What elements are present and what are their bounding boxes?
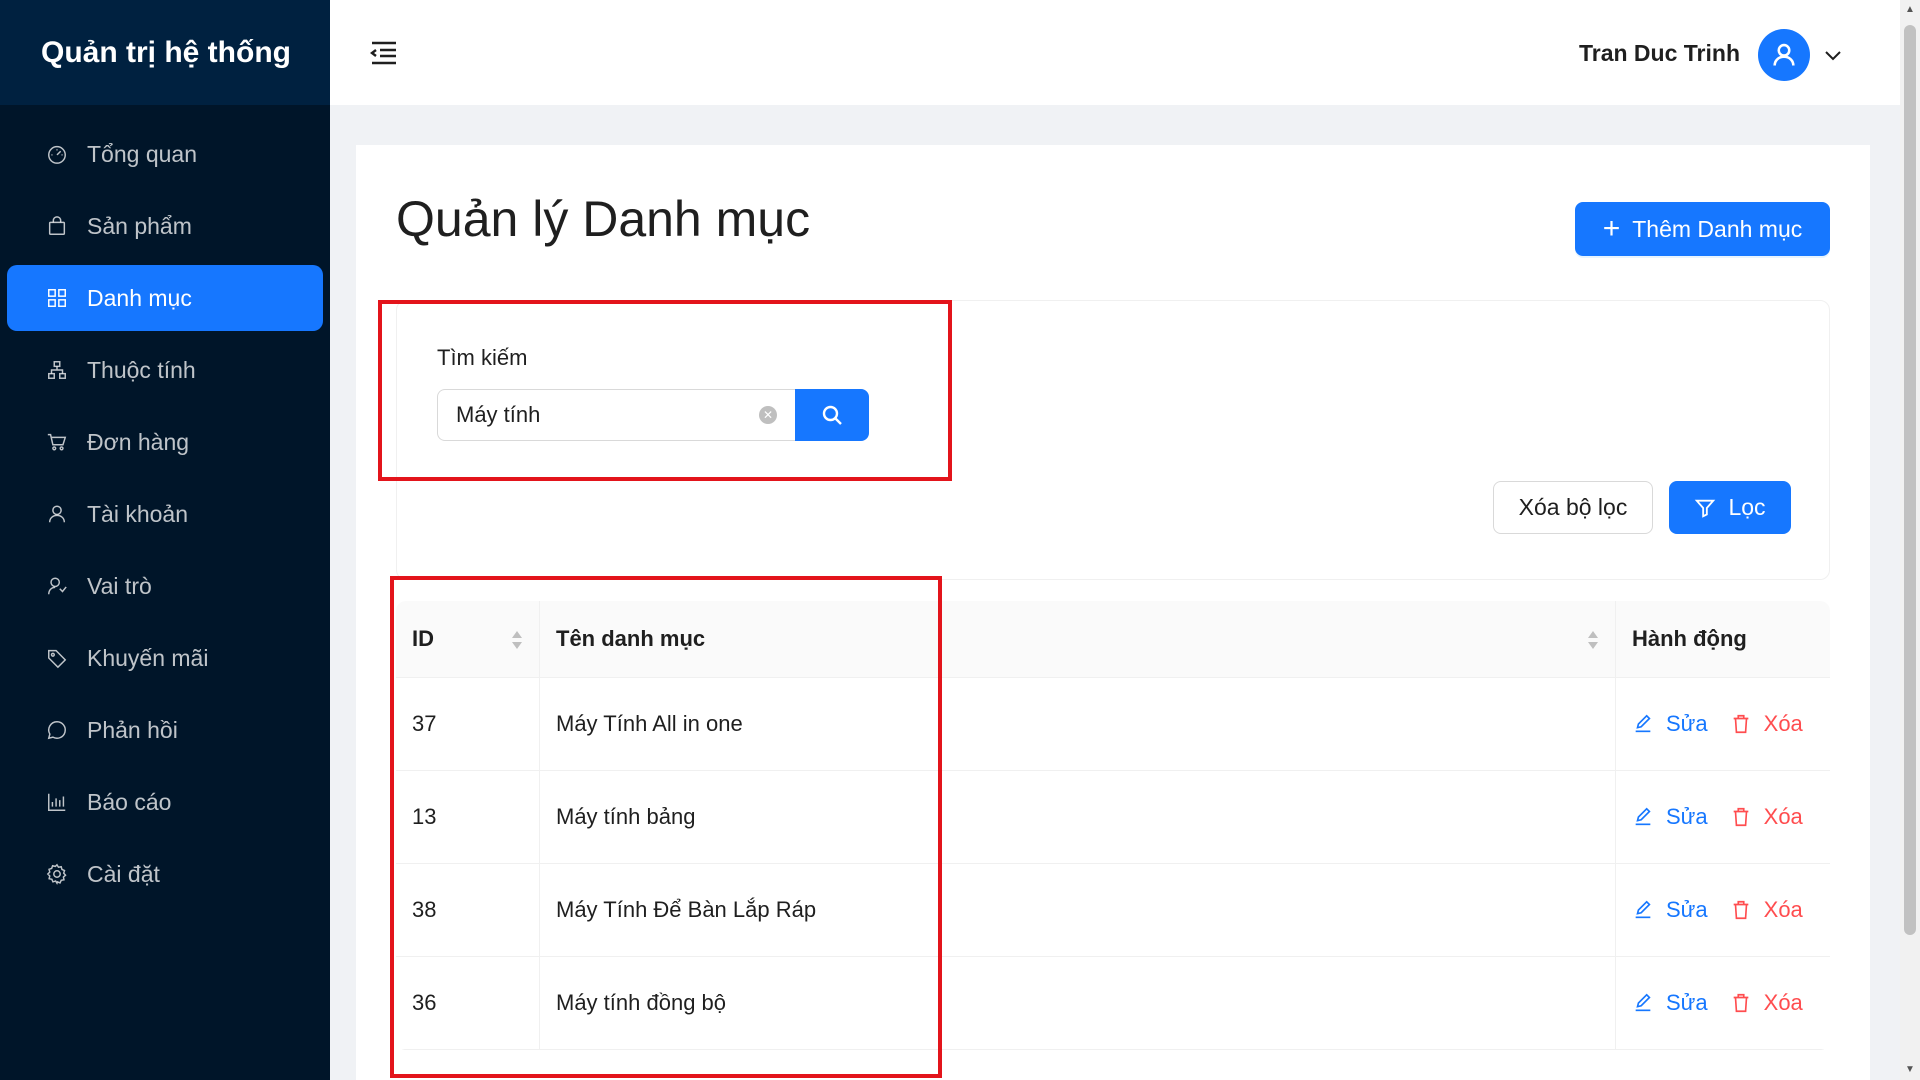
sidebar-item-danh-muc[interactable]: Danh mục [7,265,323,331]
delete-label: Xóa [1763,897,1803,922]
sidebar-nav: Tổng quan Sản phẩm Danh mục Thuộc tính Đ… [0,105,330,907]
edit-label: Sửa [1666,897,1708,922]
add-category-label: Thêm Danh mục [1632,215,1803,242]
delete-button[interactable]: Xóa [1730,711,1803,737]
edit-button[interactable]: Sửa [1632,897,1708,923]
add-category-button[interactable]: + Thêm Danh mục [1575,202,1830,256]
sidebar-item-tai-khoan[interactable]: Tài khoản [7,481,323,547]
sort-icon[interactable] [1586,629,1600,651]
sidebar-item-thuoc-tinh[interactable]: Thuộc tính [7,337,323,403]
delete-label: Xóa [1763,711,1803,736]
gear-icon [45,862,69,886]
filter-button[interactable]: Lọc [1669,481,1791,534]
delete-button[interactable]: Xóa [1730,804,1803,830]
user-icon [45,502,69,526]
cell-actions: Sửa Xóa [1616,771,1830,863]
delete-button[interactable]: Xóa [1730,897,1803,923]
sidebar-item-label: Thuộc tính [87,356,196,383]
delete-button[interactable]: Xóa [1730,990,1803,1016]
trash-icon [1733,807,1748,827]
column-header-label: Hành động [1632,626,1747,651]
edit-label: Sửa [1666,804,1708,829]
highlight-box-results [390,576,942,1078]
sidebar-item-khuyen-mai[interactable]: Khuyến mãi [7,625,323,691]
edit-icon [1635,900,1651,919]
edit-icon [1635,714,1651,733]
top-header: Tran Duc Trinh [330,0,1900,105]
shopping-bag-icon [45,214,69,238]
sidebar-item-label: Phản hồi [87,716,178,743]
column-header-action: Hành động [1616,601,1830,677]
cluster-icon [45,358,69,382]
sidebar-item-label: Tài khoản [87,500,189,527]
avatar[interactable] [1758,29,1810,81]
sidebar-item-label: Báo cáo [87,788,172,815]
cart-icon [45,430,69,454]
edit-label: Sửa [1666,711,1708,736]
edit-icon [1635,807,1651,826]
sidebar-item-label: Tổng quan [87,140,197,167]
user-name[interactable]: Tran Duc Trinh [1579,40,1740,67]
clear-filter-button[interactable]: Xóa bộ lọc [1493,481,1653,534]
sidebar-item-cai-dat[interactable]: Cài đặt [7,841,323,907]
sidebar-item-phan-hoi[interactable]: Phản hồi [7,697,323,763]
sidebar-item-tong-quan[interactable]: Tổng quan [7,121,323,187]
edit-button[interactable]: Sửa [1632,990,1708,1016]
filter-label: Lọc [1728,494,1766,520]
trash-icon [1733,993,1748,1013]
scroll-down-icon[interactable]: ▼ [1904,1064,1916,1076]
grid-icon [45,286,69,310]
cell-actions: Sửa Xóa [1616,678,1830,770]
edit-label: Sửa [1666,990,1708,1015]
edit-button[interactable]: Sửa [1632,804,1708,830]
sidebar-item-label: Danh mục [87,284,192,311]
sidebar-item-san-pham[interactable]: Sản phẩm [7,193,323,259]
scrollbar-thumb[interactable] [1904,25,1916,935]
sidebar-item-label: Sản phẩm [87,212,192,239]
edit-button[interactable]: Sửa [1632,711,1708,737]
users-role-icon [45,574,69,598]
chevron-down-icon[interactable] [1822,44,1844,66]
sidebar-item-label: Khuyến mãi [87,644,209,671]
sidebar-item-label: Đơn hàng [87,428,190,455]
menu-fold-icon[interactable] [370,40,398,66]
sidebar-item-vai-tro[interactable]: Vai trò [7,553,323,619]
trash-icon [1733,900,1748,920]
sidebar-item-don-hang[interactable]: Đơn hàng [7,409,323,475]
bar-chart-icon [45,790,69,814]
trash-icon [1733,714,1748,734]
scroll-up-icon[interactable]: ▲ [1904,4,1916,16]
highlight-box-search [378,300,952,481]
user-avatar-icon [1773,43,1795,66]
comment-icon [45,718,69,742]
edit-icon [1635,993,1651,1012]
tag-icon [45,646,69,670]
sidebar: Quản trị hệ thống Tổng quan Sản phẩm Dan… [0,0,330,1080]
dashboard-icon [45,142,69,166]
cell-actions: Sửa Xóa [1616,864,1830,956]
filter-icon [1695,499,1716,518]
cell-actions: Sửa Xóa [1616,957,1830,1049]
delete-label: Xóa [1763,804,1803,829]
plus-icon: + [1602,212,1621,245]
page-title: Quản lý Danh mục [396,191,811,247]
sidebar-item-bao-cao[interactable]: Báo cáo [7,769,323,835]
page-scrollbar[interactable]: ▲ ▼ [1900,0,1920,1080]
app-title: Quản trị hệ thống [0,0,330,105]
delete-label: Xóa [1763,990,1803,1015]
sidebar-item-label: Vai trò [87,572,152,599]
sidebar-item-label: Cài đặt [87,860,160,887]
